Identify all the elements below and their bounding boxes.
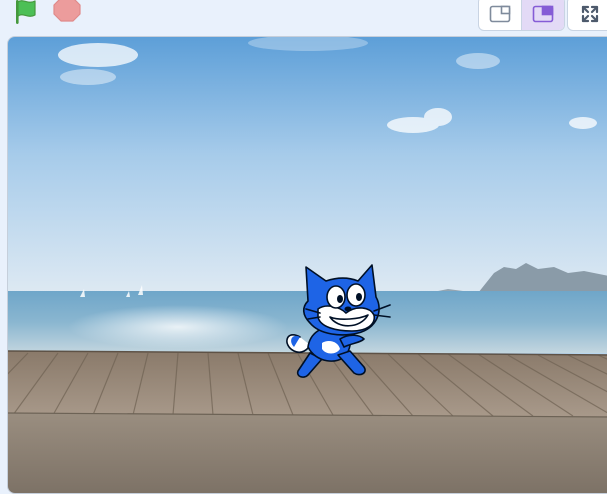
- stage-size-toggle: [478, 0, 565, 31]
- stage-canvas[interactable]: [7, 36, 607, 494]
- fullscreen-icon: [581, 5, 599, 22]
- stop-sign-icon: [53, 0, 81, 22]
- small-stage-button[interactable]: [479, 0, 522, 30]
- normal-stage-icon: [532, 5, 554, 22]
- normal-stage-button[interactable]: [522, 0, 564, 30]
- scratch-cat-sprite[interactable]: [280, 263, 410, 393]
- fullscreen-button[interactable]: [567, 0, 607, 31]
- small-stage-icon: [489, 5, 511, 22]
- stop-button[interactable]: [52, 0, 82, 24]
- stage-header: [0, 0, 607, 36]
- green-flag-icon: [16, 0, 36, 24]
- green-flag-button[interactable]: [10, 0, 44, 28]
